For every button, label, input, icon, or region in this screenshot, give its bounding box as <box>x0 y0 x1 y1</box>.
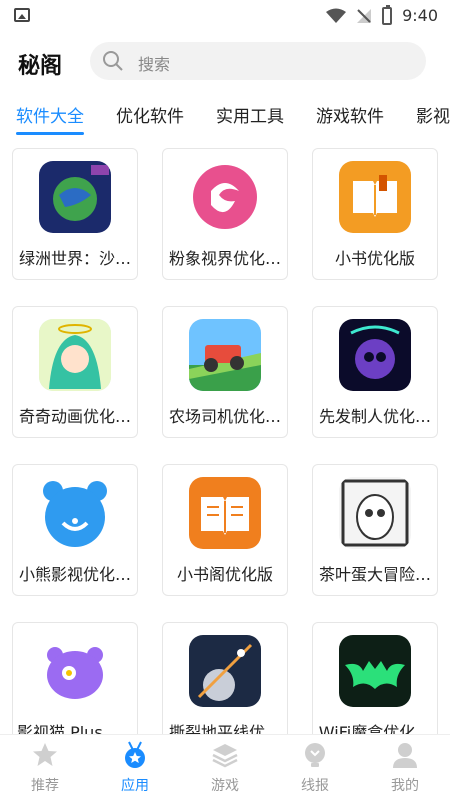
tab-tools[interactable]: 实用工具 <box>216 102 284 127</box>
space-icon <box>189 635 261 707</box>
app-header: 秘阁 搜索 <box>0 38 450 88</box>
app-card[interactable]: 小熊影视优化… <box>12 464 138 596</box>
app-card[interactable]: 农场司机优化… <box>162 306 288 438</box>
nav-label: 我的 <box>391 778 419 794</box>
book-icon <box>189 477 261 549</box>
app-card[interactable]: WiFi魔盒优化… <box>312 622 438 734</box>
user-icon <box>393 743 417 768</box>
tab-video[interactable]: 影视 <box>416 102 450 127</box>
tab-optimized[interactable]: 优化软件 <box>116 102 184 127</box>
nav-apps[interactable]: 应用 <box>90 735 180 801</box>
search-placeholder: 搜索 <box>138 55 171 74</box>
app-label: 奇奇动画优化… <box>18 407 131 426</box>
status-time: 9:40 <box>402 6 438 25</box>
status-icons: 9:40 <box>326 4 438 25</box>
app-label: WiFi魔盒优化… <box>318 723 432 734</box>
nav-recommend[interactable]: 推荐 <box>0 735 90 801</box>
page-title: 秘阁 <box>18 54 63 79</box>
app-label: 小书阁优化版 <box>176 565 273 584</box>
app-label: 农场司机优化… <box>168 407 281 426</box>
app-grid: 绿洲世界：沙… 粉象视界优化… 小书优化版 奇奇动画优化… 农场司机优化… 先发… <box>0 148 450 734</box>
app-card[interactable]: 奇奇动画优化… <box>12 306 138 438</box>
category-tabs: 软件大全 优化软件 实用工具 游戏软件 影视 <box>0 96 450 136</box>
wifi-icon <box>326 8 347 23</box>
app-card[interactable]: 粉象视界优化… <box>162 148 288 280</box>
app-label: 粉象视界优化… <box>168 249 281 268</box>
gallery-icon <box>14 8 30 22</box>
nav-label: 线报 <box>301 778 329 794</box>
batman-icon <box>339 635 411 707</box>
bear-icon <box>39 477 111 549</box>
app-card[interactable]: 小书优化版 <box>312 148 438 280</box>
nav-games[interactable]: 游戏 <box>180 735 270 801</box>
app-card[interactable]: 撕裂地平线优… <box>162 622 288 734</box>
app-label: 影视猫 Plus优… <box>17 723 133 734</box>
book-icon <box>339 161 411 233</box>
search-input[interactable]: 搜索 <box>90 42 426 80</box>
battery-icon <box>382 4 393 25</box>
app-label: 先发制人优化… <box>318 407 431 426</box>
app-label: 撕裂地平线优… <box>168 723 281 734</box>
star-icon <box>33 743 57 766</box>
world-icon <box>39 161 111 233</box>
app-label: 小熊影视优化… <box>18 565 131 584</box>
pink-logo-icon <box>189 161 261 233</box>
app-label: 茶叶蛋大冒险… <box>318 565 431 584</box>
layers-icon <box>212 744 238 768</box>
skull-icon <box>339 319 411 391</box>
egg-cartoon-icon <box>339 477 411 549</box>
bottom-nav: 推荐 应用 游戏 线报 我的 <box>0 734 450 800</box>
app-card[interactable]: 茶叶蛋大冒险… <box>312 464 438 596</box>
tab-indicator <box>16 132 84 135</box>
app-label: 小书优化版 <box>334 249 415 268</box>
app-card[interactable]: 影视猫 Plus优… <box>12 622 138 734</box>
nav-label: 游戏 <box>211 778 239 794</box>
nav-news[interactable]: 线报 <box>270 735 360 801</box>
app-card[interactable]: 先发制人优化… <box>312 306 438 438</box>
bulb-icon <box>305 743 325 767</box>
search-icon <box>103 51 123 71</box>
status-bar: 9:40 <box>0 0 450 32</box>
anime-girl-icon <box>39 319 111 391</box>
app-label: 绿洲世界：沙… <box>18 249 131 268</box>
nav-label: 推荐 <box>31 778 59 794</box>
app-card[interactable]: 小书阁优化版 <box>162 464 288 596</box>
app-card[interactable]: 绿洲世界：沙… <box>12 148 138 280</box>
nav-mine[interactable]: 我的 <box>360 735 450 801</box>
cat-icon <box>39 635 111 707</box>
tab-games[interactable]: 游戏软件 <box>316 102 384 127</box>
tab-all-software[interactable]: 软件大全 <box>16 102 84 127</box>
medal-icon <box>125 741 145 768</box>
nav-label: 应用 <box>121 778 149 794</box>
truck-icon <box>189 319 261 391</box>
no-signal-icon <box>357 8 372 23</box>
